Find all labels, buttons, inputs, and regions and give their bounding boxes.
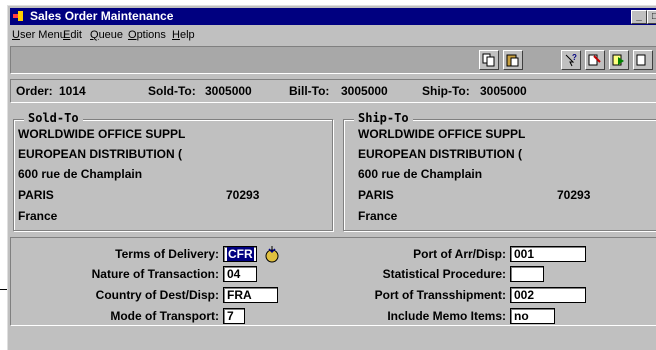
ship-to-name: WORLDWIDE OFFICE SUPPL	[358, 127, 526, 141]
browse-icon	[612, 54, 624, 66]
statistical-procedure-field[interactable]	[510, 266, 544, 282]
port-of-arr-field[interactable]: 001	[510, 246, 586, 262]
nature-of-transaction-field[interactable]: 04	[223, 266, 257, 282]
country-of-dest-field[interactable]: FRA	[223, 287, 278, 303]
maximize-button[interactable]: □	[647, 10, 656, 24]
include-memo-field[interactable]: no	[510, 308, 555, 324]
paste-button[interactable]	[503, 50, 523, 70]
menu-edit[interactable]: Edit	[63, 26, 82, 44]
ship-to-address: 600 rue de Champlain	[358, 167, 483, 181]
bill-to-label: Bill-To:	[289, 84, 330, 98]
menu-help[interactable]: Help	[172, 26, 195, 44]
toolbar: ?	[10, 46, 656, 74]
statistical-procedure-label: Statistical Procedure:	[382, 267, 506, 281]
order-value: 1014	[59, 84, 86, 98]
tool-icon	[636, 54, 646, 66]
port-of-transshipment-label: Port of Transshipment:	[374, 288, 506, 302]
app-icon	[13, 11, 23, 21]
title-bar: Sales Order Maintenance _ □	[10, 8, 656, 25]
menu-bar: User Menu Edit Queue Options Help	[10, 26, 656, 44]
sales-order-window: Sales Order Maintenance _ □ User Menu Ed…	[7, 5, 656, 350]
order-header: Order: 1014 Sold-To: 3005000 Bill-To: 30…	[10, 79, 656, 103]
ship-to-line2: EUROPEAN DISTRIBUTION (	[358, 147, 523, 161]
copy-button[interactable]	[479, 50, 499, 70]
menu-user-menu[interactable]: User Menu	[12, 26, 66, 44]
sold-to-label: Sold-To:	[148, 84, 196, 98]
include-memo-label: Include Memo Items:	[387, 309, 506, 323]
window-title: Sales Order Maintenance	[30, 9, 174, 23]
sold-to-group: Sold-To WORLDWIDE OFFICE SUPPL EUROPEAN …	[13, 111, 333, 231]
ship-to-city: PARIS	[358, 188, 394, 202]
ship-to-group: Ship-To WORLDWIDE OFFICE SUPPL EUROPEAN …	[343, 111, 656, 231]
nature-of-transaction-label: Nature of Transaction:	[91, 267, 219, 281]
sold-to-title: Sold-To	[24, 111, 83, 125]
edit-query-button[interactable]	[585, 50, 605, 70]
minimize-button[interactable]: _	[631, 10, 647, 24]
sold-to-city: PARIS	[18, 188, 54, 202]
order-label: Order:	[16, 84, 53, 98]
port-of-transshipment-field[interactable]: 002	[510, 287, 586, 303]
sold-to-line2: EUROPEAN DISTRIBUTION (	[18, 147, 183, 161]
sold-to-name: WORLDWIDE OFFICE SUPPL	[18, 127, 186, 141]
ship-to-label: Ship-To:	[422, 84, 470, 98]
sold-to-value: 3005000	[205, 84, 252, 98]
mode-of-transport-label: Mode of Transport:	[110, 309, 219, 323]
sold-to-address: 600 rue de Champlain	[18, 167, 143, 181]
ship-to-country: France	[358, 209, 398, 223]
ship-to-zip: 70293	[557, 188, 591, 202]
sold-to-zip: 70293	[226, 188, 260, 202]
menu-options[interactable]: Options	[128, 26, 166, 44]
country-of-dest-label: Country of Dest/Disp:	[95, 288, 219, 302]
mode-of-transport-field[interactable]: 7	[223, 308, 245, 324]
menu-queue[interactable]: Queue	[90, 26, 123, 44]
edit-query-icon	[588, 54, 601, 66]
help-query-button[interactable]: ?	[561, 50, 581, 70]
terms-of-delivery-field[interactable]: CFR	[223, 246, 257, 262]
copy-icon	[482, 53, 495, 67]
tool-button[interactable]	[633, 50, 653, 70]
lookup-icon[interactable]	[263, 245, 281, 263]
trade-details-panel: Terms of Delivery: CFR Nature of Transac…	[10, 237, 656, 326]
bill-to-value: 3005000	[341, 84, 388, 98]
sold-to-country: France	[18, 209, 58, 223]
svg-text:?: ?	[572, 53, 577, 62]
terms-of-delivery-label: Terms of Delivery:	[115, 247, 219, 261]
ship-to-value: 3005000	[480, 84, 527, 98]
port-of-arr-label: Port of Arr/Disp:	[413, 247, 506, 261]
paste-icon	[506, 54, 519, 67]
help-query-icon: ?	[565, 53, 577, 67]
browse-button[interactable]	[609, 50, 629, 70]
ship-to-title: Ship-To	[354, 111, 413, 125]
